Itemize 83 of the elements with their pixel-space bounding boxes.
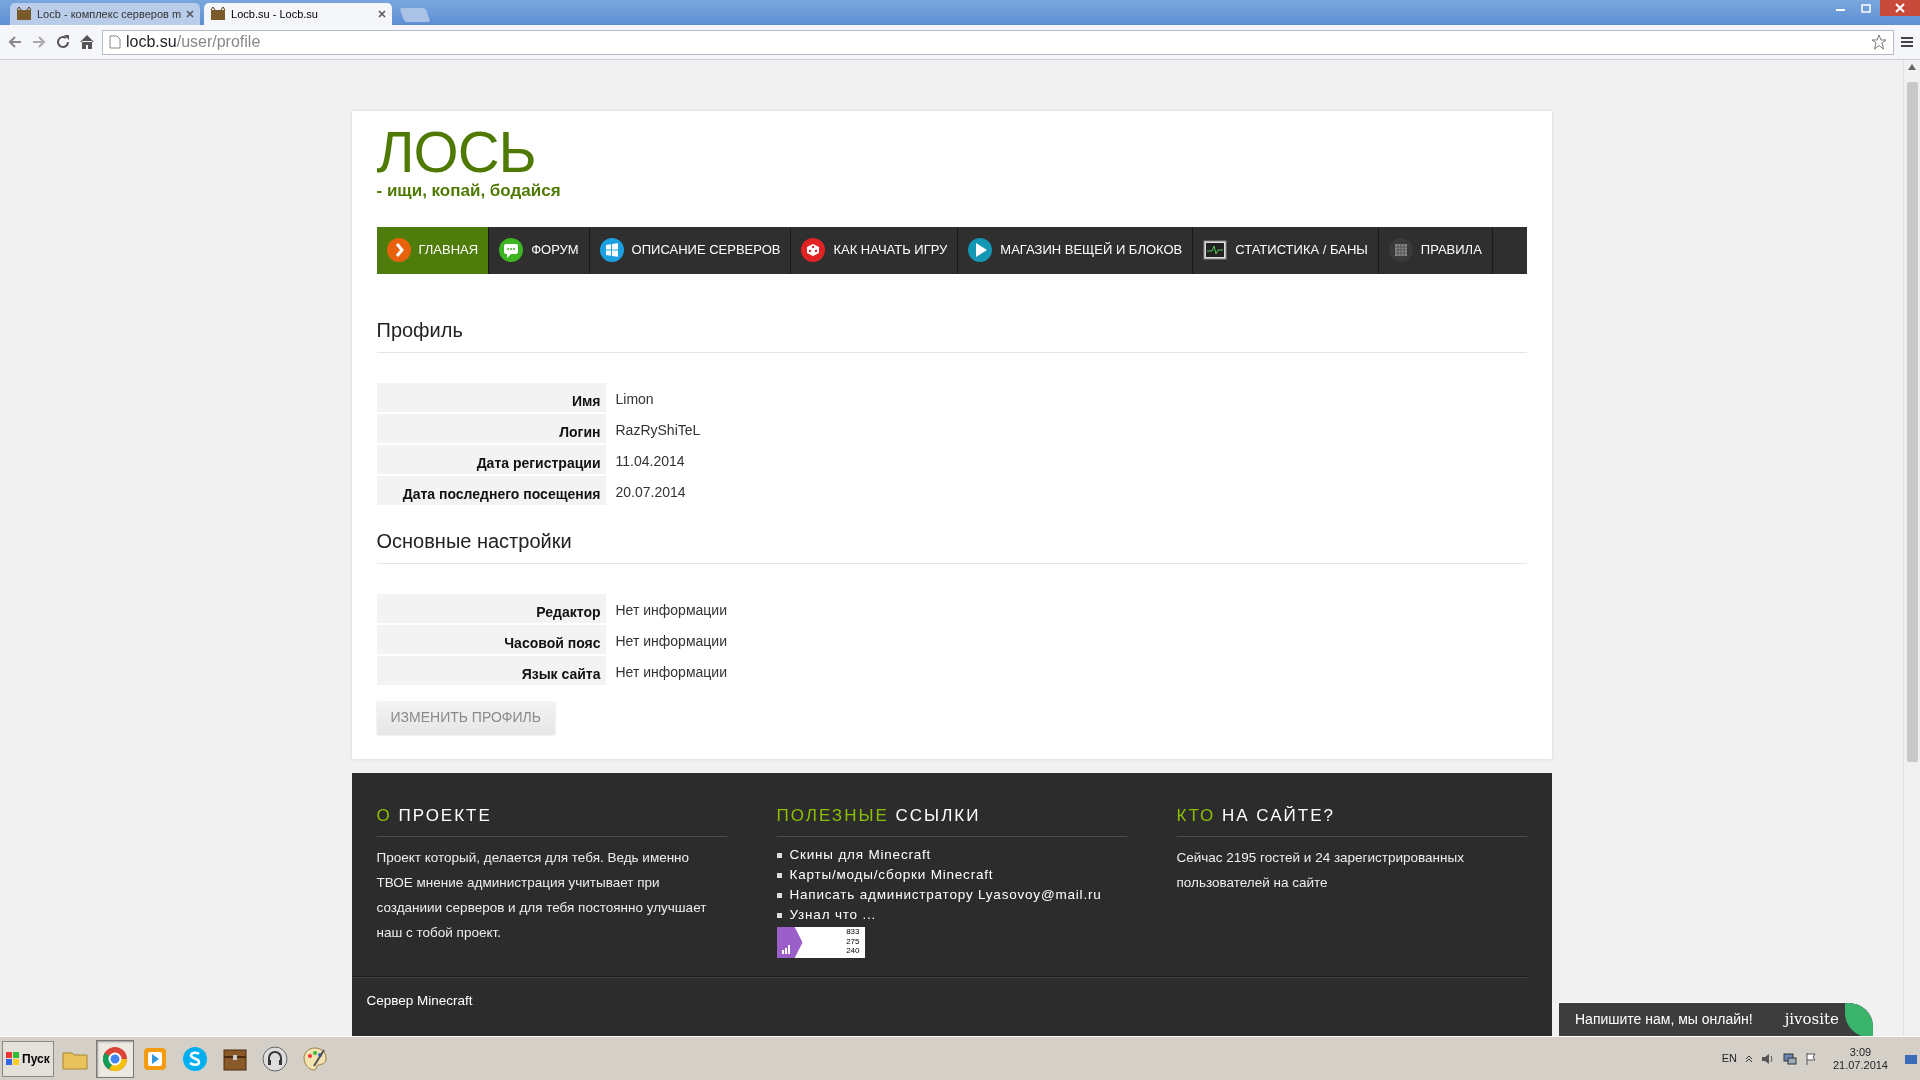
field-value: Limon (614, 389, 655, 409)
monitor-icon (1203, 238, 1228, 262)
field-label: Редактор (376, 593, 606, 623)
dice-icon (801, 238, 826, 262)
flag-icon[interactable] (1804, 1051, 1817, 1066)
footer-text: Сейчас 2195 гостей и 24 зарегистрированных пользователей на сайте (1176, 849, 1465, 892)
nav-link[interactable]: ОПИСАНИЕ СЕРВЕРОВ (589, 226, 792, 274)
close-icon[interactable] (186, 10, 195, 18)
nav-link[interactable]: ПРАВИЛА (1378, 226, 1493, 274)
field-label: Дата последнего посещения (376, 475, 606, 505)
bullet-icon (776, 872, 782, 878)
footer-text: Проект который, делается для тебя. Ведь именно ТВОЕ мнение администрация учитывает при созданиии серверов и для тебя постоянно улучшает наш с тобой проект. (376, 849, 708, 942)
counter-value: 240 (846, 946, 860, 956)
chat-brand: jivosite (1784, 1009, 1839, 1031)
scrollbar[interactable] (1903, 60, 1920, 1036)
headset-icon (260, 1043, 290, 1074)
field-value: 20.07.2014 (614, 482, 687, 502)
bullet-icon (776, 912, 782, 918)
field-label: Логин (376, 413, 606, 443)
browser-tab[interactable]: Locb - комплекс серверов m (10, 3, 201, 25)
address-field[interactable]: locb.su/user/profile (102, 29, 1894, 55)
footer-link[interactable]: Скины для Minecraft (789, 845, 932, 865)
footer-link[interactable]: Карты/моды/сборки Minecraft (789, 865, 994, 885)
clock-time: 3:09 (1849, 1045, 1872, 1059)
section-heading: Профиль (376, 273, 1527, 353)
field-label: Имя (376, 382, 606, 412)
page-icon (109, 35, 121, 49)
star-icon[interactable] (1871, 34, 1887, 50)
field-label: Часовой пояс (376, 624, 606, 654)
nav-link[interactable]: ФОРУМ (489, 226, 590, 274)
field-value: Нет информации (614, 600, 728, 620)
counter-value: 833 (846, 927, 860, 937)
home-icon[interactable] (78, 33, 96, 51)
network-icon[interactable] (1782, 1051, 1797, 1066)
field-value: Нет информации (614, 662, 728, 682)
footer-bottom-text: Сервер Minecraft (351, 976, 1527, 1036)
footer-heading: КТО НА САЙТЕ? (1176, 802, 1527, 837)
site-logo[interactable]: ЛОСЬ (376, 123, 1527, 181)
nav-link[interactable]: МАГАЗИН ВЕЩЕЙ И БЛОКОВ (958, 226, 1194, 274)
close-icon[interactable] (378, 10, 387, 18)
leaf-icon (1845, 1003, 1873, 1036)
nav-link[interactable]: КАК НАЧАТЬ ИГРУ (791, 226, 959, 274)
windows-logo-icon (6, 1051, 20, 1066)
windows-icon (599, 238, 624, 262)
footer-link[interactable]: Написать администратору Lyasovoy@mail.ru (789, 885, 1102, 905)
site-tagline: - ищи, копай, бодайся (376, 180, 562, 202)
field-value: 11.04.2014 (614, 451, 686, 471)
bar-chart-icon (780, 944, 791, 954)
counter-value: 275 (846, 936, 860, 946)
footer-heading: ПОЛЕЗНЫЕ ССЫЛКИ (776, 802, 1127, 837)
field-value: RazRyShiTeL (614, 420, 702, 440)
taskbar-app[interactable] (96, 1039, 134, 1078)
close-icon[interactable] (1880, 0, 1920, 16)
favicon-icon (210, 7, 227, 21)
footer-heading: О ПРОЕКТЕ (376, 802, 727, 837)
chat-prompt: Напишите нам, мы онлайн! (1575, 1010, 1753, 1029)
speaker-icon[interactable] (1760, 1051, 1775, 1066)
clock[interactable]: 3:09 21.07.2014 (1824, 1045, 1896, 1072)
chat-widget[interactable]: Напишите нам, мы онлайн! jivosite (1559, 1002, 1873, 1036)
field-value: Нет информации (614, 631, 728, 651)
favicon-icon (16, 7, 32, 21)
start-button[interactable]: Пуск (2, 1040, 54, 1077)
nav-link[interactable]: ГЛАВНАЯ (376, 226, 490, 274)
scroll-up-icon[interactable] (1908, 64, 1916, 70)
play-icon (968, 238, 993, 262)
visitor-counter[interactable]: 833 275 240 (776, 927, 865, 958)
field-label: Язык сайта (376, 655, 606, 685)
browser-tab[interactable]: Locb.su - Locb.su (204, 3, 393, 25)
bullet-icon (776, 892, 782, 898)
language-indicator[interactable]: EN (1721, 1050, 1737, 1067)
reload-icon[interactable] (54, 33, 72, 51)
section-heading: Основные настройки (376, 506, 1527, 564)
chat-icon (499, 238, 524, 262)
clock-date: 21.07.2014 (1832, 1058, 1888, 1072)
nav-link[interactable]: СТАТИСТИКА / БАНЫ (1193, 226, 1379, 274)
bullet-icon (776, 852, 782, 858)
url-text: locb.su/user/profile (126, 32, 261, 52)
menu-icon[interactable] (1900, 35, 1914, 49)
grid-icon (1388, 238, 1413, 262)
chevron-icon (386, 238, 411, 262)
chevron-up-icon[interactable] (1744, 1054, 1753, 1063)
footer-link[interactable]: Узнал что ... (789, 905, 877, 925)
field-label: Дата регистрации (376, 444, 606, 474)
